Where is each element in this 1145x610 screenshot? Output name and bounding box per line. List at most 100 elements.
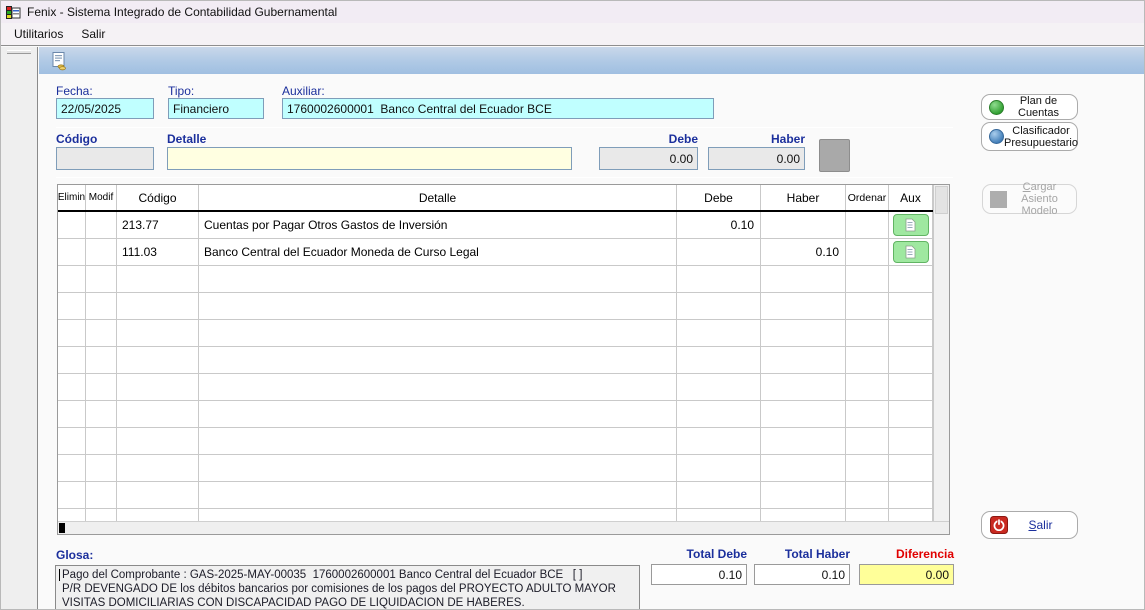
- cell-detalle: [199, 293, 677, 319]
- table-row-empty[interactable]: [58, 320, 933, 347]
- cell-detalle: [199, 374, 677, 400]
- document-icon: [905, 245, 916, 259]
- diferencia-input[interactable]: [859, 564, 954, 585]
- menu-salir[interactable]: Salir: [72, 24, 114, 44]
- menu-bar: Utilitarios Salir: [1, 23, 1144, 46]
- cell-detalle: [199, 428, 677, 454]
- cell-ordenar: [846, 482, 889, 508]
- debe-input[interactable]: [599, 147, 698, 170]
- glosa-label: Glosa:: [56, 548, 93, 562]
- table-row-empty[interactable]: [58, 428, 933, 455]
- total-debe-label: Total Debe: [651, 547, 747, 561]
- cell-modif: [86, 455, 117, 481]
- cell-debe: [677, 455, 761, 481]
- cell-haber: [761, 455, 846, 481]
- left-panel: [1, 47, 38, 610]
- separator-2: [56, 177, 953, 178]
- save-voucher-button[interactable]: [48, 50, 70, 72]
- total-haber-input[interactable]: [754, 564, 850, 585]
- cell-codigo: [117, 320, 199, 346]
- col-haber: Haber: [761, 185, 846, 210]
- col-detalle: Detalle: [199, 185, 677, 210]
- cargar-asiento-modelo-button[interactable]: Cargar AsientoModelo: [982, 184, 1077, 214]
- clasificador-line1: Clasificador: [1012, 125, 1069, 137]
- cell-ordenar: [846, 239, 889, 265]
- table-row-empty[interactable]: [58, 293, 933, 320]
- auxiliar-input[interactable]: [282, 98, 714, 119]
- table-row-empty[interactable]: [58, 374, 933, 401]
- glosa-line1: Pago del Comprobante : GAS-2025-MAY-0003…: [60, 568, 635, 582]
- cell-detalle: [199, 482, 677, 508]
- cargar-initial: C: [1023, 181, 1031, 193]
- cell-debe: [677, 374, 761, 400]
- total-debe-input[interactable]: [651, 564, 747, 585]
- cell-haber: [761, 293, 846, 319]
- cell-modif: [86, 482, 117, 508]
- entries-grid: Elimin Modif Código Detalle Debe Haber O…: [58, 185, 933, 521]
- aux-detail-button[interactable]: [893, 241, 929, 263]
- cell-aux: [889, 455, 933, 481]
- plan-de-cuentas-button[interactable]: Plan de Cuentas: [981, 94, 1078, 120]
- col-codigo: Código: [117, 185, 199, 210]
- table-row-empty[interactable]: [58, 482, 933, 509]
- cell-ordenar: [846, 266, 889, 292]
- table-row-empty[interactable]: [58, 347, 933, 374]
- cell-detalle: [199, 266, 677, 292]
- cell-ordenar: [846, 320, 889, 346]
- cell-modif: [86, 266, 117, 292]
- cell-codigo: 111.03: [117, 239, 199, 265]
- cell-aux: [889, 428, 933, 454]
- cell-codigo: 213.77: [117, 212, 199, 238]
- col-modif: Modif: [86, 185, 117, 210]
- cell-detalle: [199, 320, 677, 346]
- cell-elimin: [58, 509, 86, 521]
- cell-modif[interactable]: [86, 212, 117, 238]
- table-row-empty[interactable]: [58, 266, 933, 293]
- add-line-button[interactable]: [819, 139, 850, 172]
- col-debe: Debe: [677, 185, 761, 210]
- detalle-input[interactable]: [167, 147, 572, 170]
- horizontal-scrollbar-thumb[interactable]: [59, 523, 65, 533]
- cell-debe: [677, 482, 761, 508]
- cell-modif: [86, 293, 117, 319]
- cell-modif: [86, 374, 117, 400]
- table-row-empty[interactable]: [58, 401, 933, 428]
- fecha-input[interactable]: [56, 98, 154, 119]
- cell-elimin[interactable]: [58, 239, 86, 265]
- cargar-line2: Modelo: [1021, 205, 1057, 217]
- cell-codigo: [117, 428, 199, 454]
- clasificador-line2: Presupuestario: [1004, 137, 1078, 149]
- codigo-input[interactable]: [56, 147, 154, 170]
- vertical-scrollbar[interactable]: [933, 185, 949, 521]
- cell-codigo: [117, 266, 199, 292]
- auxiliar-label: Auxiliar:: [282, 84, 325, 98]
- detalle-label: Detalle: [167, 132, 206, 146]
- table-row[interactable]: 111.03 Banco Central del Ecuador Moneda …: [58, 239, 933, 266]
- table-row-empty[interactable]: [58, 509, 933, 521]
- panel-grip[interactable]: [7, 50, 31, 54]
- power-icon: [990, 516, 1008, 534]
- horizontal-scrollbar[interactable]: [58, 521, 949, 534]
- col-aux: Aux: [889, 185, 933, 210]
- haber-input[interactable]: [708, 147, 805, 170]
- diferencia-label: Diferencia: [859, 547, 954, 561]
- cell-modif[interactable]: [86, 239, 117, 265]
- table-row[interactable]: 213.77 Cuentas por Pagar Otros Gastos de…: [58, 212, 933, 239]
- clasificador-presupuestario-button[interactable]: ClasificadorPresupuestario: [981, 122, 1078, 151]
- cell-detalle: Cuentas por Pagar Otros Gastos de Invers…: [199, 212, 677, 238]
- cell-detalle: [199, 509, 677, 521]
- cell-debe: [677, 401, 761, 427]
- cell-haber: [761, 401, 846, 427]
- document-icon: [905, 218, 916, 232]
- cell-codigo: [117, 509, 199, 521]
- cell-haber: [761, 509, 846, 521]
- cell-elimin[interactable]: [58, 212, 86, 238]
- aux-detail-button[interactable]: [893, 214, 929, 236]
- glosa-textarea[interactable]: Pago del Comprobante : GAS-2025-MAY-0003…: [55, 565, 640, 610]
- tipo-input[interactable]: [168, 98, 264, 119]
- salir-button[interactable]: Salir: [981, 511, 1078, 539]
- vertical-scrollbar-thumb[interactable]: [935, 186, 948, 214]
- col-ordenar: Ordenar: [846, 185, 889, 210]
- menu-utilitarios[interactable]: Utilitarios: [5, 24, 72, 44]
- table-row-empty[interactable]: [58, 455, 933, 482]
